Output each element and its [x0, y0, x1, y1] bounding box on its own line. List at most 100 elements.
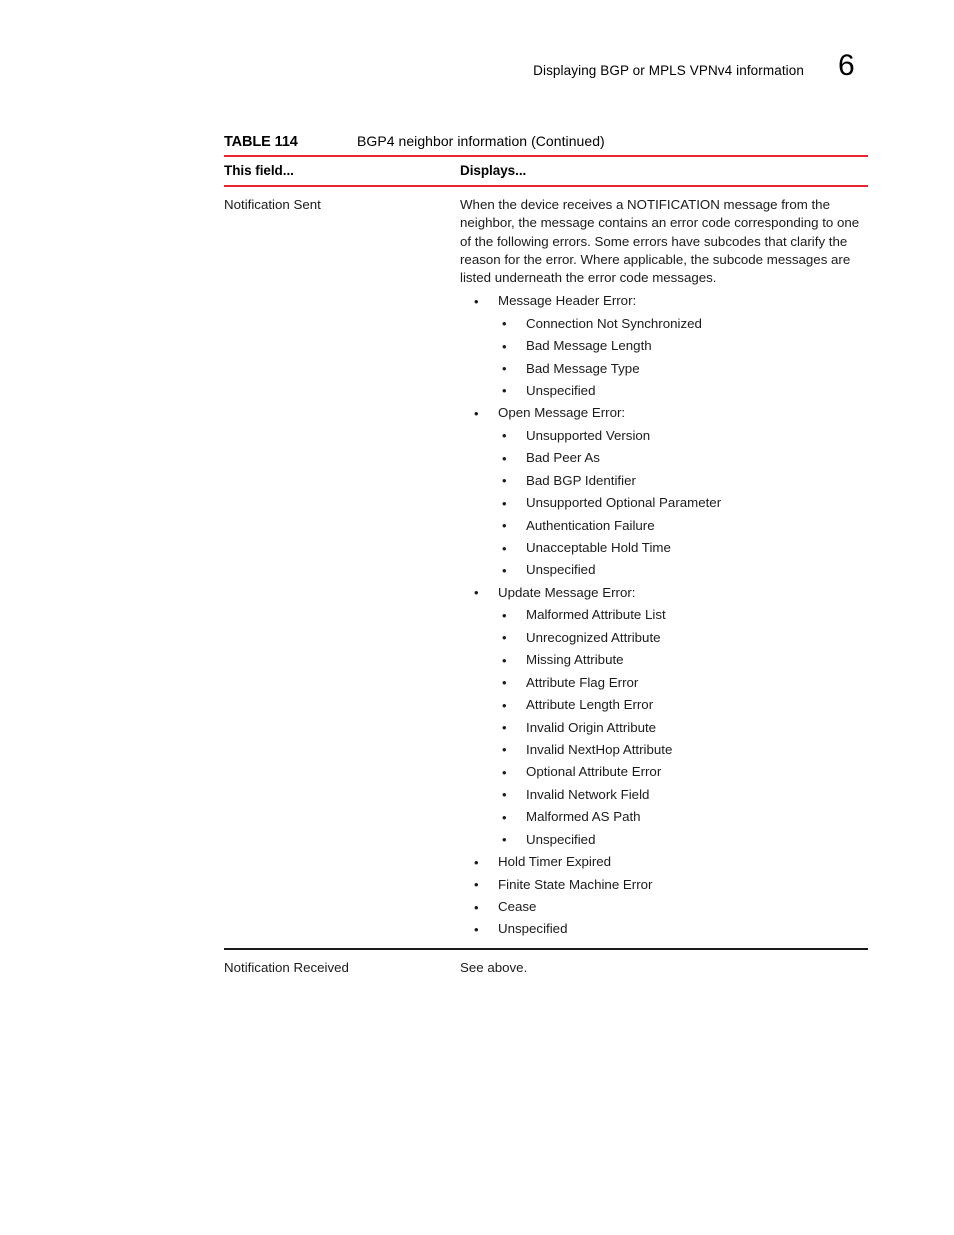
list-item: • Hold Timer Expired	[460, 853, 868, 871]
bullet-icon: •	[502, 697, 507, 713]
bullet-icon: •	[474, 585, 479, 601]
bullet-icon: •	[474, 293, 479, 309]
table-header-row: This field... Displays...	[224, 157, 868, 185]
list-item-label: Finite State Machine Error	[498, 876, 653, 892]
bullet-icon: •	[502, 562, 507, 578]
list-item: • Malformed AS Path	[498, 808, 868, 826]
list-item: • Message Header Error: • Connection Not…	[460, 292, 868, 400]
list-item-label: Unacceptable Hold Time	[526, 540, 671, 556]
list-item: • Unspecified	[460, 920, 868, 938]
error-code-list: • Message Header Error: • Connection Not…	[460, 292, 868, 938]
list-item-label: Malformed AS Path	[526, 809, 641, 825]
list-item-label: Bad Message Length	[526, 338, 652, 354]
list-item: • Unspecified	[498, 831, 868, 849]
list-item-label: Bad Peer As	[526, 450, 600, 466]
row-field-name: Notification Sent	[224, 197, 321, 212]
page-number: 6	[838, 49, 855, 82]
list-item-label: Attribute Length Error	[526, 697, 654, 713]
bullet-icon: •	[474, 405, 479, 421]
list-item-label: Invalid Network Field	[526, 786, 650, 802]
list-item: • Optional Attribute Error	[498, 763, 868, 781]
list-item-label: Invalid NextHop Attribute	[526, 741, 673, 757]
error-subcode-list: • Connection Not Synchronized • Bad Mess…	[498, 315, 868, 400]
list-item-label: Unspecified	[498, 921, 568, 937]
list-item: • Connection Not Synchronized	[498, 315, 868, 333]
bullet-icon: •	[502, 450, 507, 466]
list-item-label: Bad BGP Identifier	[526, 472, 636, 488]
bullet-icon: •	[502, 540, 507, 556]
bullet-icon: •	[502, 316, 507, 332]
row-description: See above.	[460, 959, 868, 977]
bullet-icon: •	[502, 787, 507, 803]
list-item: • Missing Attribute	[498, 651, 868, 669]
row-field-name: Notification Received	[224, 960, 349, 975]
list-item: • Bad BGP Identifier	[498, 472, 868, 490]
description-paragraph: When the device receives a NOTIFICATION …	[460, 197, 860, 286]
list-item: • Attribute Flag Error	[498, 674, 868, 692]
error-subcode-list: • Unsupported Version • Bad Peer As • Ba…	[498, 427, 868, 580]
list-item: • Unsupported Optional Parameter	[498, 494, 868, 512]
list-item: • Open Message Error: • Unsupported Vers…	[460, 404, 868, 579]
list-item: • Authentication Failure	[498, 517, 868, 535]
list-item-label: Malformed Attribute List	[526, 607, 666, 623]
list-item-label: Unrecognized Attribute	[526, 629, 661, 645]
column-header-field: This field...	[224, 163, 294, 178]
bullet-icon: •	[502, 764, 507, 780]
bullet-icon: •	[502, 338, 507, 354]
table-114: TABLE 114 BGP4 neighbor information (Con…	[224, 133, 868, 987]
list-item: • Invalid NextHop Attribute	[498, 741, 868, 759]
error-subcode-list: • Malformed Attribute List • Unrecognize…	[498, 606, 868, 848]
table-row: Notification Sent When the device receiv…	[224, 187, 868, 948]
list-item-label: Missing Attribute	[526, 652, 624, 668]
list-item-label: Unspecified	[526, 831, 596, 847]
list-item: • Invalid Network Field	[498, 786, 868, 804]
bullet-icon: •	[502, 495, 507, 511]
list-item-label: Unspecified	[526, 382, 596, 398]
list-item: • Attribute Length Error	[498, 696, 868, 714]
bullet-icon: •	[502, 518, 507, 534]
bullet-icon: •	[502, 742, 507, 758]
list-item-label: Message Header Error:	[498, 293, 637, 309]
list-item-label: Update Message Error:	[498, 584, 636, 600]
list-item: • Unrecognized Attribute	[498, 629, 868, 647]
bullet-icon: •	[502, 809, 507, 825]
list-item-label: Bad Message Type	[526, 360, 640, 376]
bullet-icon: •	[502, 428, 507, 444]
list-item-label: Connection Not Synchronized	[526, 315, 702, 331]
list-item: • Malformed Attribute List	[498, 606, 868, 624]
bullet-icon: •	[474, 921, 479, 937]
table-label: TABLE 114	[224, 134, 298, 150]
list-item: • Finite State Machine Error	[460, 876, 868, 894]
list-item-label: Unspecified	[526, 562, 596, 578]
bullet-icon: •	[502, 652, 507, 668]
row-description: When the device receives a NOTIFICATION …	[460, 196, 868, 938]
list-item: • Bad Message Length	[498, 337, 868, 355]
bullet-icon: •	[502, 675, 507, 691]
list-item: • Unsupported Version	[498, 427, 868, 445]
page-running-header: Displaying BGP or MPLS VPNv4 information…	[0, 51, 954, 95]
list-item: • Cease	[460, 898, 868, 916]
list-item: • Bad Message Type	[498, 360, 868, 378]
list-item-label: Attribute Flag Error	[526, 674, 639, 690]
bullet-icon: •	[502, 630, 507, 646]
table-caption: TABLE 114 BGP4 neighbor information (Con…	[224, 133, 868, 155]
list-item: • Invalid Origin Attribute	[498, 719, 868, 737]
list-item: • Bad Peer As	[498, 449, 868, 467]
list-item: • Unacceptable Hold Time	[498, 539, 868, 557]
column-header-displays: Displays...	[460, 163, 527, 178]
bullet-icon: •	[474, 899, 479, 915]
bullet-icon: •	[474, 877, 479, 893]
bullet-icon: •	[502, 361, 507, 377]
table-title: BGP4 neighbor information (Continued)	[357, 133, 605, 149]
list-item-label: Optional Attribute Error	[526, 764, 662, 780]
list-item-label: Authentication Failure	[526, 517, 655, 533]
bullet-icon: •	[502, 720, 507, 736]
document-page: { "header": { "title": "Displaying BGP o…	[0, 0, 954, 1235]
bullet-icon: •	[502, 607, 507, 623]
table-row: Notification Received See above.	[224, 950, 868, 987]
list-item-label: Cease	[498, 899, 537, 915]
list-item-label: Open Message Error:	[498, 405, 626, 421]
list-item-label: Unsupported Version	[526, 427, 651, 443]
list-item-label: Invalid Origin Attribute	[526, 719, 657, 735]
description-paragraph: See above.	[460, 960, 528, 975]
